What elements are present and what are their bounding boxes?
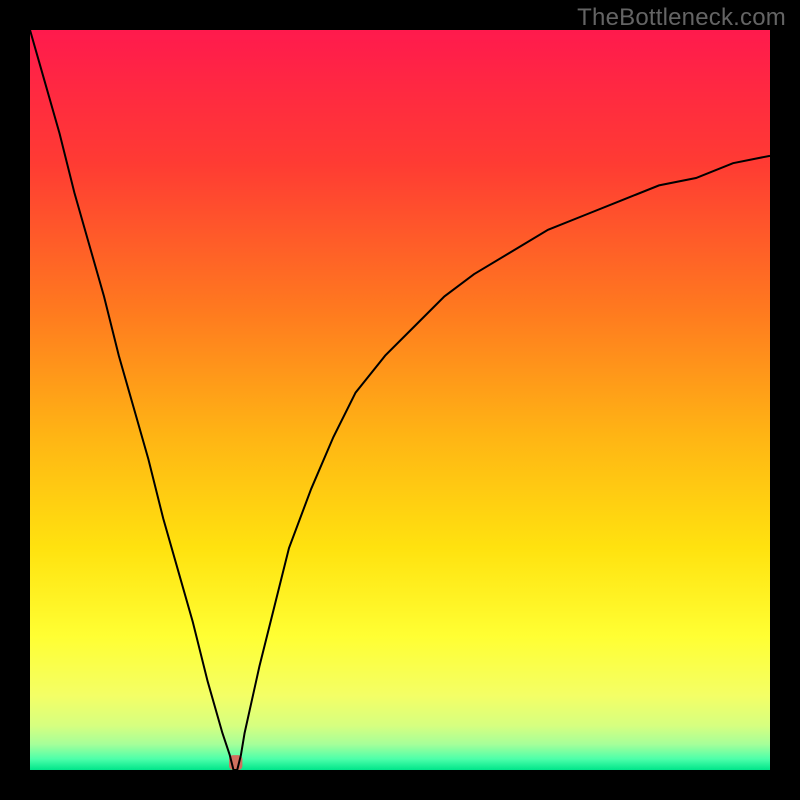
gradient-background: [30, 30, 770, 770]
bottleneck-chart: [30, 30, 770, 770]
plot-area: [30, 30, 770, 770]
chart-frame: TheBottleneck.com: [0, 0, 800, 800]
watermark-text: TheBottleneck.com: [577, 4, 786, 32]
